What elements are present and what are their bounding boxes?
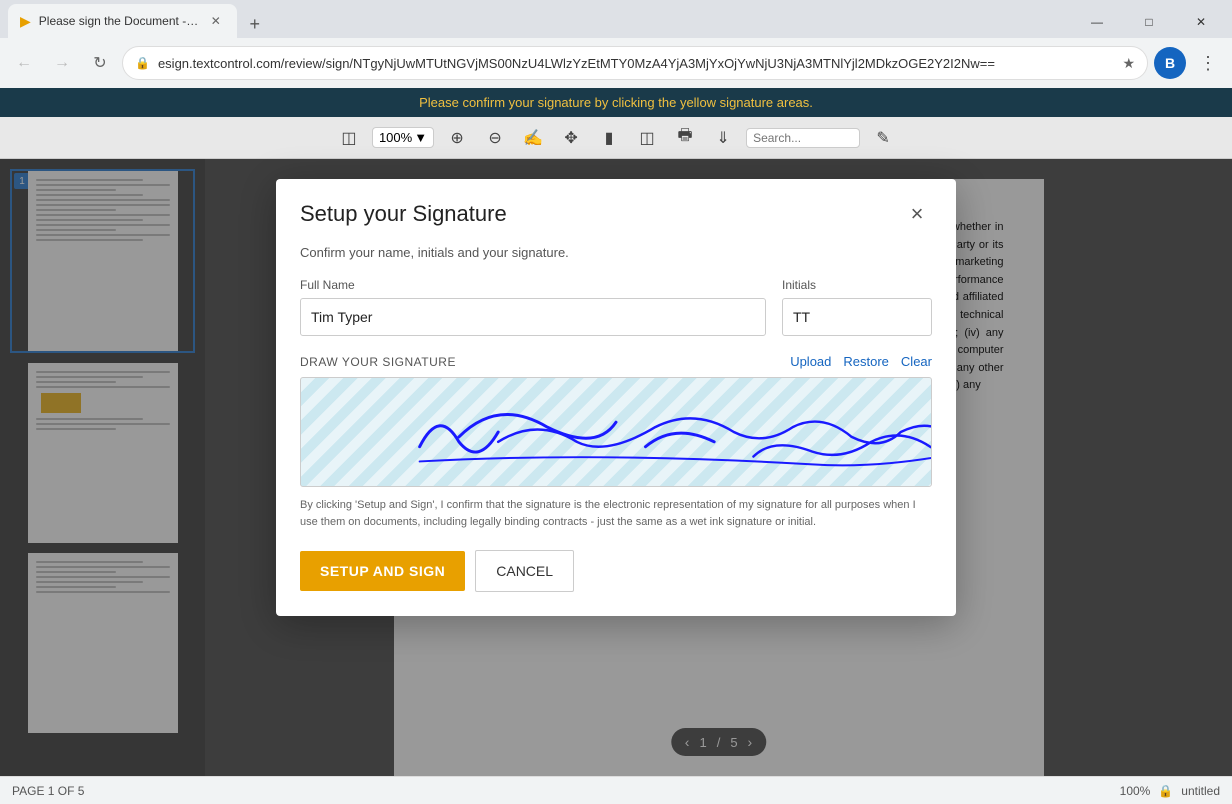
panel-toggle-button[interactable]: ◫ — [334, 123, 364, 153]
modal-title: Setup your Signature — [300, 201, 507, 227]
zoom-in-button[interactable]: ⊕ — [442, 123, 472, 153]
initials-input[interactable] — [782, 298, 932, 336]
modal-footer: SETUP AND SIGN CANCEL — [300, 550, 932, 592]
profile-button[interactable]: B — [1154, 47, 1186, 79]
signature-canvas[interactable] — [300, 377, 932, 487]
zoom-level: 100% — [379, 130, 412, 145]
modal-header: Setup your Signature × — [276, 179, 956, 245]
clear-link[interactable]: Clear — [901, 354, 932, 369]
address-bar-row: ← → ↻ 🔒 esign.textcontrol.com/review/sig… — [0, 38, 1232, 88]
search-box[interactable] — [746, 128, 860, 148]
active-tab[interactable]: ▶ Please sign the Document - Text ✕ — [8, 4, 237, 38]
search-input[interactable] — [753, 131, 853, 145]
annotation-button[interactable]: ✎ — [868, 123, 898, 153]
fit-page-button[interactable]: ✥ — [556, 123, 586, 153]
status-zoom: 100% — [1120, 784, 1151, 798]
hand-tool-button[interactable]: ✍ — [518, 123, 548, 153]
tab-bar: ▶ Please sign the Document - Text ✕ + — … — [0, 0, 1232, 38]
initials-group: Initials — [782, 278, 932, 336]
browser-chrome: ▶ Please sign the Document - Text ✕ + — … — [0, 0, 1232, 88]
maximize-button[interactable]: □ — [1126, 6, 1172, 38]
zoom-out-button[interactable]: ⊖ — [480, 123, 510, 153]
cancel-button[interactable]: CANCEL — [475, 550, 574, 592]
minimize-button[interactable]: — — [1074, 6, 1120, 38]
status-bar: PAGE 1 OF 5 100% 🔒 untitled — [0, 776, 1232, 804]
main-area: 1 — [0, 159, 1232, 776]
signature-svg — [301, 378, 931, 486]
upload-link[interactable]: Upload — [790, 354, 831, 369]
page-count-text: PAGE 1 OF 5 — [12, 784, 84, 798]
url-text: esign.textcontrol.com/review/sign/NTgyNj… — [158, 56, 1114, 71]
signature-action-links: Upload Restore Clear — [790, 354, 932, 369]
status-label: untitled — [1181, 784, 1220, 798]
zoom-dropdown-icon: ▼ — [414, 130, 427, 145]
modal-close-button[interactable]: × — [902, 199, 932, 229]
full-name-input[interactable] — [300, 298, 766, 336]
full-name-label: Full Name — [300, 278, 766, 292]
tab-close-icon[interactable]: ✕ — [207, 12, 225, 30]
notification-bar: Please confirm your signature by clickin… — [0, 88, 1232, 117]
draw-label: DRAW YOUR SIGNATURE — [300, 355, 456, 369]
print-button[interactable]: 🖶 — [670, 123, 700, 153]
lock-icon: 🔒 — [135, 56, 150, 70]
download-button[interactable]: ⇓ — [708, 123, 738, 153]
status-lock-icon: 🔒 — [1158, 784, 1173, 798]
restore-link[interactable]: Restore — [843, 354, 889, 369]
tab-title: Please sign the Document - Text — [39, 14, 199, 28]
address-bar[interactable]: 🔒 esign.textcontrol.com/review/sign/NTgy… — [122, 46, 1148, 80]
full-name-group: Full Name — [300, 278, 766, 336]
close-button[interactable]: ✕ — [1178, 6, 1224, 38]
new-tab-button[interactable]: + — [241, 10, 269, 38]
name-initials-row: Full Name Initials — [300, 278, 932, 336]
modal-body: Confirm your name, initials and your sig… — [276, 245, 956, 616]
zoom-control[interactable]: 100% ▼ — [372, 127, 434, 148]
back-button[interactable]: ← — [8, 47, 40, 79]
setup-sign-button[interactable]: SETUP AND SIGN — [300, 551, 465, 591]
disclaimer-text: By clicking 'Setup and Sign', I confirm … — [300, 497, 932, 530]
initials-label: Initials — [782, 278, 932, 292]
modal-subtitle: Confirm your name, initials and your sig… — [300, 245, 932, 260]
notification-text: Please confirm your signature by clickin… — [419, 95, 813, 110]
tab-favicon: ▶ — [20, 13, 31, 30]
view-single-button[interactable]: ▮ — [594, 123, 624, 153]
draw-signature-section: DRAW YOUR SIGNATURE Upload Restore Clear — [300, 354, 932, 487]
menu-button[interactable]: ⋮ — [1192, 47, 1224, 79]
modal-overlay: Setup your Signature × Confirm your name… — [0, 159, 1232, 776]
star-icon[interactable]: ★ — [1122, 55, 1135, 72]
toolbar: ◫ 100% ▼ ⊕ ⊖ ✍ ✥ ▮ ◫ 🖶 ⇓ ✎ — [0, 117, 1232, 159]
refresh-button[interactable]: ↻ — [84, 47, 116, 79]
signature-section-header: DRAW YOUR SIGNATURE Upload Restore Clear — [300, 354, 932, 369]
signature-modal: Setup your Signature × Confirm your name… — [276, 179, 956, 616]
forward-button[interactable]: → — [46, 47, 78, 79]
view-grid-button[interactable]: ◫ — [632, 123, 662, 153]
status-right: 100% 🔒 untitled — [1120, 784, 1220, 798]
